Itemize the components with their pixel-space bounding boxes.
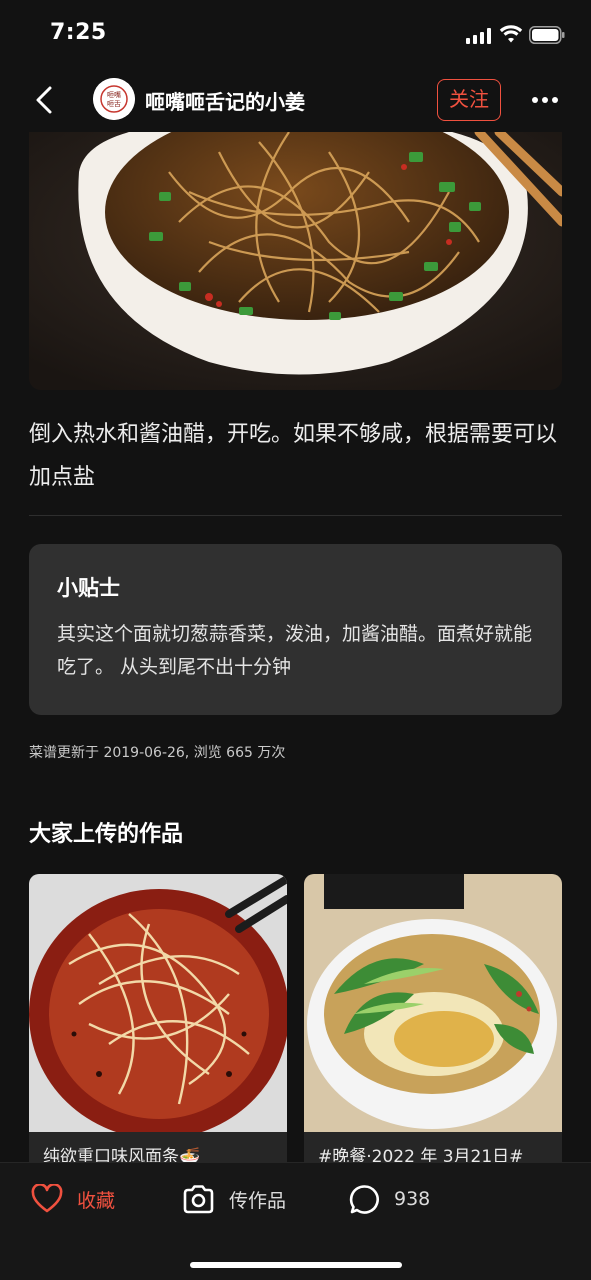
avatar-seal-logo: 咂嘴 咂舌 bbox=[93, 78, 135, 120]
favorite-label: 收藏 bbox=[77, 1189, 116, 1212]
upload-card[interactable]: 纯欲重口味风面条🍜 bbox=[29, 874, 287, 1174]
svg-text:咂舌: 咂舌 bbox=[107, 99, 121, 108]
step-description: 倒入热水和酱油醋，开吃。如果不够咸，根据需要可以加点盐 bbox=[29, 422, 558, 490]
tips-card: 小贴士 其实这个面就切葱蒜香菜，泼油，加酱油醋。面煮好就能吃了。 从头到尾不出十… bbox=[29, 544, 562, 715]
comment-count: 938 bbox=[394, 1188, 431, 1210]
upload-photo bbox=[304, 874, 562, 1132]
comment-bubble-icon bbox=[349, 1184, 379, 1214]
svg-text:咂嘴: 咂嘴 bbox=[107, 90, 121, 99]
recipe-meta: 菜谱更新于 2019-06-26, 浏览 665 万次 bbox=[29, 745, 286, 761]
heart-icon bbox=[31, 1184, 63, 1213]
status-time: 7:25 bbox=[50, 20, 107, 45]
nav-bar: 咂嘴 咂舌 咂嘴咂舌记的小姜 关注 bbox=[0, 70, 591, 132]
bottom-action-bar: 收藏 传作品 938 bbox=[0, 1162, 591, 1280]
follow-button[interactable]: 关注 bbox=[437, 79, 501, 121]
uploads-section-title: 大家上传的作品 bbox=[29, 822, 184, 847]
upload-work-button[interactable]: 传作品 bbox=[182, 1181, 286, 1217]
author-avatar[interactable]: 咂嘴 咂舌 bbox=[93, 78, 135, 120]
battery-icon bbox=[529, 26, 565, 44]
comments-button[interactable]: 938 bbox=[349, 1181, 430, 1217]
home-indicator[interactable] bbox=[190, 1262, 402, 1268]
upload-work-label: 传作品 bbox=[229, 1189, 287, 1212]
tips-title: 小贴士 bbox=[57, 576, 120, 600]
status-bar: 7:25 bbox=[0, 0, 591, 70]
signal-icon bbox=[466, 28, 492, 44]
wifi-icon bbox=[499, 25, 523, 43]
step-image[interactable] bbox=[29, 132, 562, 390]
favorite-button[interactable]: 收藏 bbox=[31, 1181, 115, 1217]
camera-icon bbox=[183, 1185, 214, 1214]
divider bbox=[29, 515, 562, 516]
upload-photo bbox=[29, 874, 287, 1132]
upload-card[interactable]: #晚餐·2022 年 3月21日# bbox=[304, 874, 562, 1174]
author-name[interactable]: 咂嘴咂舌记的小姜 bbox=[145, 86, 305, 115]
tips-body: 其实这个面就切葱蒜香菜，泼油，加酱油醋。面煮好就能吃了。 从头到尾不出十分钟 bbox=[57, 623, 533, 678]
back-icon[interactable] bbox=[30, 84, 60, 116]
more-icon[interactable] bbox=[532, 88, 558, 112]
